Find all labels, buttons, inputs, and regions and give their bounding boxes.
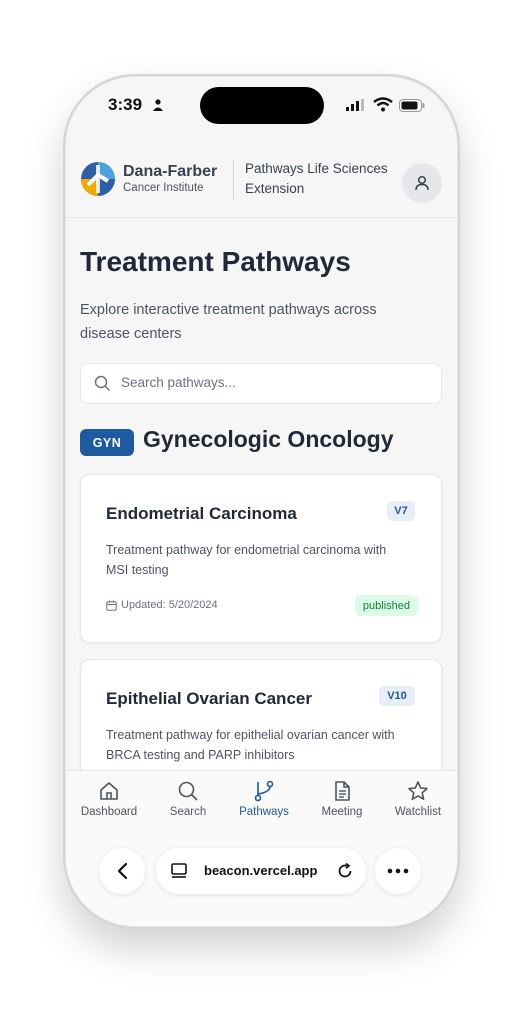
- reload-icon[interactable]: [336, 862, 354, 880]
- header-divider: [233, 159, 234, 199]
- person-icon: [153, 99, 163, 111]
- tab-pathways[interactable]: Pathways: [229, 779, 299, 818]
- section-badge: GYN: [80, 429, 134, 456]
- dynamic-island: [200, 87, 324, 124]
- brand-subtitle: Cancer Institute: [123, 182, 204, 194]
- version-badge: V10: [379, 686, 415, 706]
- updated-date: Updated: 5/20/2024: [106, 599, 218, 611]
- status-bar: 3:39: [66, 77, 457, 137]
- tab-meeting[interactable]: Meeting: [307, 779, 377, 818]
- tab-view-icon: [171, 863, 187, 878]
- signal-icon: [346, 99, 364, 111]
- home-icon: [100, 782, 118, 800]
- user-icon: [415, 175, 429, 191]
- ellipsis-icon: [387, 868, 409, 874]
- pathway-card[interactable]: Endometrial Carcinoma V7 Treatment pathw…: [80, 474, 442, 643]
- version-badge: V7: [387, 501, 415, 521]
- calendar-icon: [106, 600, 117, 611]
- phone-screen: 3:39 Dana-Farber Cancer Institute Pathwa…: [66, 77, 457, 926]
- page-description: Explore interactive treatment pathways a…: [80, 302, 377, 342]
- pathway-title: Epithelial Ovarian Cancer: [106, 689, 312, 708]
- profile-button[interactable]: [402, 163, 442, 203]
- main-content: Treatment Pathways Explore interactive t…: [66, 218, 457, 770]
- extension-title: Pathways Life Sciences Extension: [245, 161, 388, 196]
- brand-name: Dana-Farber: [123, 163, 218, 180]
- address-bar[interactable]: beacon.vercel.app: [156, 848, 366, 894]
- branch-icon: [254, 780, 274, 802]
- bottom-tab-bar: Dashboard Search Pathways Meeting Watchl…: [66, 770, 457, 926]
- search-icon: [178, 781, 198, 801]
- document-icon: [335, 781, 350, 801]
- status-time: 3:39: [108, 95, 143, 114]
- search-box[interactable]: Search pathways...: [80, 363, 442, 404]
- status-badge: published: [354, 595, 418, 616]
- page-title: Treatment Pathways: [80, 246, 351, 277]
- star-icon: [408, 781, 428, 800]
- pathway-card[interactable]: Epithelial Ovarian Cancer V10 Treatment …: [80, 659, 442, 770]
- browser-back-button[interactable]: [99, 848, 145, 894]
- pathway-description: Treatment pathway for endometrial carcin…: [106, 543, 387, 577]
- tab-label: Pathways: [239, 806, 289, 818]
- tab-label: Watchlist: [394, 806, 442, 818]
- wifi-icon: [373, 97, 393, 112]
- section-title: Gynecologic Oncology: [143, 426, 394, 452]
- tab-dashboard[interactable]: Dashboard: [74, 779, 144, 818]
- chevron-left-icon: [117, 862, 128, 880]
- battery-icon: [399, 99, 425, 112]
- updated-text: Updated: 5/20/2024: [121, 599, 218, 611]
- search-icon: [94, 375, 111, 392]
- tab-label: Search: [169, 806, 207, 818]
- tab-watchlist[interactable]: Watchlist: [383, 779, 453, 818]
- pathway-title: Endometrial Carcinoma: [106, 504, 297, 523]
- more-options-button[interactable]: [375, 848, 421, 894]
- tab-label: Dashboard: [80, 806, 138, 818]
- app-header: Dana-Farber Cancer Institute Pathways Li…: [66, 157, 457, 218]
- tab-search[interactable]: Search: [153, 779, 223, 818]
- search-input[interactable]: Search pathways...: [121, 375, 236, 390]
- pathway-description: Treatment pathway for epithelial ovarian…: [106, 728, 395, 762]
- tab-label: Meeting: [321, 806, 363, 818]
- dana-farber-logo[interactable]: [80, 161, 116, 197]
- url-text: beacon.vercel.app: [204, 863, 318, 878]
